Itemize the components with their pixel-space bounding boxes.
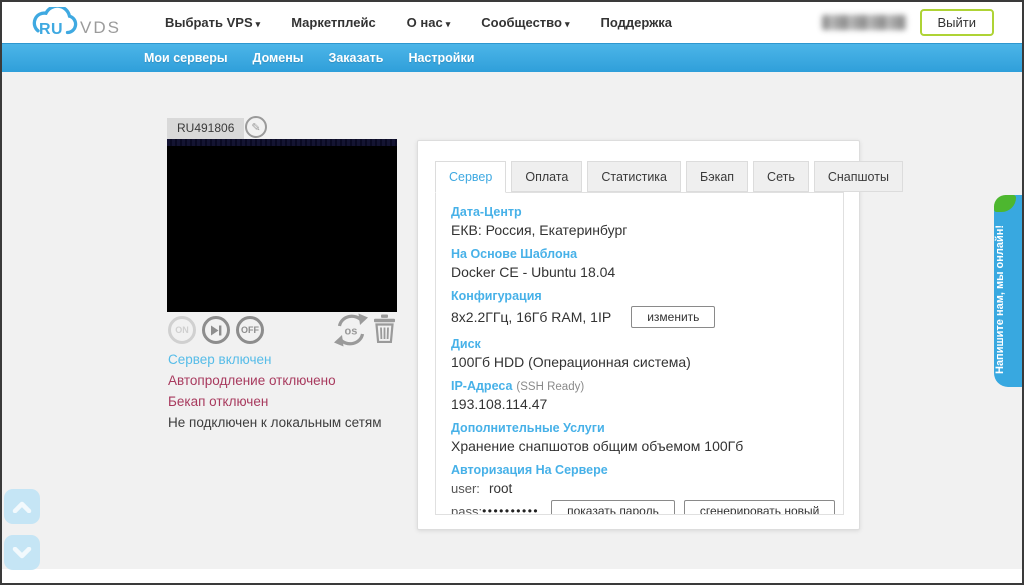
cloud-logo-icon: RU — [30, 4, 78, 39]
datacenter-label: Дата-Центр — [451, 205, 522, 219]
menu-item-marketplace[interactable]: Маркетплейс — [291, 15, 375, 30]
ssh-ready-suffix: (SSH Ready) — [516, 381, 585, 393]
subnav-item-my-servers[interactable]: Мои серверы — [144, 51, 228, 65]
details-tabs: Сервер Оплата Статистика Бэкап Сеть Снап… — [435, 161, 903, 193]
status-server-on: Сервер включен — [168, 352, 272, 367]
chevron-down-icon: ▾ — [255, 19, 261, 29]
configuration-value: 8x2.2ГГц, 16Гб RAM, 1IP — [451, 309, 612, 325]
pass-label: pass: — [451, 503, 483, 515]
restart-icon — [210, 325, 221, 335]
restart-button[interactable] — [202, 316, 230, 344]
chevron-down-icon — [12, 546, 32, 558]
extra-services-label: Дополнительные Услуги — [451, 421, 605, 435]
extra-services-value: Хранение снапшотов общим объемом 100Гб — [451, 438, 744, 454]
status-local-network: Не подключен к локальным сетям — [168, 415, 382, 430]
user-label: user: — [451, 481, 480, 496]
show-password-button[interactable]: показать пароль — [551, 500, 675, 514]
server-auth-label: Авторизация На Сервере — [451, 463, 608, 477]
user-value: root — [489, 481, 513, 496]
server-details-card: Сервер Оплата Статистика Бэкап Сеть Снап… — [417, 140, 903, 530]
svg-text:os: os — [345, 326, 358, 338]
chevron-down-icon: ▾ — [445, 19, 451, 29]
status-backup-off: Бекап отключен — [168, 394, 269, 409]
disk-label: Диск — [451, 337, 481, 351]
server-name-tag: RU491806 — [167, 118, 245, 139]
server-console-screen[interactable] — [167, 139, 397, 312]
user-row: user: root — [451, 481, 828, 496]
power-off-button[interactable]: OFF — [236, 316, 264, 344]
reinstall-os-button[interactable]: os — [331, 312, 371, 351]
account-info-blurred — [821, 15, 906, 30]
menu-item-support[interactable]: Поддержка — [600, 15, 672, 30]
tab-snapshots[interactable]: Снапшоты — [813, 161, 903, 192]
menu-item-community[interactable]: Сообщество ▾ — [481, 15, 569, 30]
disk-value: 100Гб HDD (Операционная система) — [451, 354, 691, 370]
ip-addresses-label: IP-Адреса (SSH Ready) — [451, 379, 585, 393]
account-area: Выйти — [821, 9, 994, 36]
subnav-item-settings[interactable]: Настройки — [408, 51, 474, 65]
server-tab-content: Дата-Центр ЕКВ: Россия, Екатеринбург На … — [435, 192, 844, 515]
generate-password-button[interactable]: сгенерировать новый — [683, 500, 836, 514]
scroll-up-button[interactable] — [4, 489, 40, 524]
ruvds-control-panel: RU VDS Выбрать VPS ▾ Маркетплейс О нас ▾ С… — [0, 0, 1024, 585]
console-top-strip — [167, 139, 397, 146]
top-navbar: RU VDS Выбрать VPS ▾ Маркетплейс О нас ▾ С… — [2, 2, 1022, 43]
secondary-navbar: Мои серверы Домены Заказать Настройки — [2, 43, 1022, 72]
pencil-icon: ✎ — [251, 121, 261, 134]
main-menu: Выбрать VPS ▾ Маркетплейс О нас ▾ Сообщест… — [165, 15, 672, 30]
tab-network[interactable]: Сеть — [753, 161, 809, 192]
template-label: На Основе Шаблона — [451, 247, 578, 261]
menu-item-choose-vps[interactable]: Выбрать VPS ▾ — [165, 15, 260, 30]
tab-statistics[interactable]: Статистика — [587, 161, 681, 192]
delete-server-button[interactable] — [373, 314, 396, 346]
chat-tab-label: Напишите нам, мы онлайн! — [994, 224, 1006, 374]
subnav-item-domains[interactable]: Домены — [253, 51, 304, 65]
edit-server-name-icon[interactable]: ✎ — [245, 116, 267, 138]
datacenter-value: ЕКВ: Россия, Екатеринбург — [451, 222, 628, 238]
power-on-button[interactable]: ON — [168, 316, 196, 344]
tab-payment[interactable]: Оплата — [511, 161, 583, 192]
logo-ru-text: RU — [39, 20, 64, 38]
status-autorenew-off: Автопродление отключено — [168, 373, 336, 388]
template-value: Docker CE - Ubuntu 18.04 — [451, 264, 616, 280]
os-reload-icon: os — [334, 313, 368, 347]
online-chat-tab[interactable]: Напишите нам, мы онлайн! — [994, 195, 1022, 387]
change-config-button[interactable]: изменить — [631, 306, 716, 328]
configuration-label: Конфигурация — [451, 289, 542, 303]
tab-server[interactable]: Сервер — [435, 161, 507, 193]
ip-address-value: 193.108.114.47 — [451, 396, 548, 412]
password-masked: •••••••••• — [482, 504, 540, 515]
server-status-list: Сервер включен Автопродление отключено Б… — [168, 349, 382, 433]
logo-vds-text: VDS — [80, 17, 121, 37]
ruvds-logo[interactable]: RU VDS — [30, 4, 121, 39]
trash-icon — [374, 314, 395, 344]
chevron-up-icon — [12, 501, 32, 513]
configuration-row: 8x2.2ГГц, 16Гб RAM, 1IP изменить — [451, 306, 828, 328]
chat-leaf-icon — [994, 195, 1016, 212]
scroll-down-button[interactable] — [4, 535, 40, 570]
password-row: pass: •••••••••• показать пароль сгенери… — [451, 500, 836, 515]
subnav-item-order[interactable]: Заказать — [328, 51, 383, 65]
menu-item-about[interactable]: О нас ▾ — [407, 15, 451, 30]
chevron-down-icon: ▾ — [564, 19, 570, 29]
tab-backup[interactable]: Бэкап — [686, 161, 749, 192]
logout-button[interactable]: Выйти — [919, 9, 994, 36]
